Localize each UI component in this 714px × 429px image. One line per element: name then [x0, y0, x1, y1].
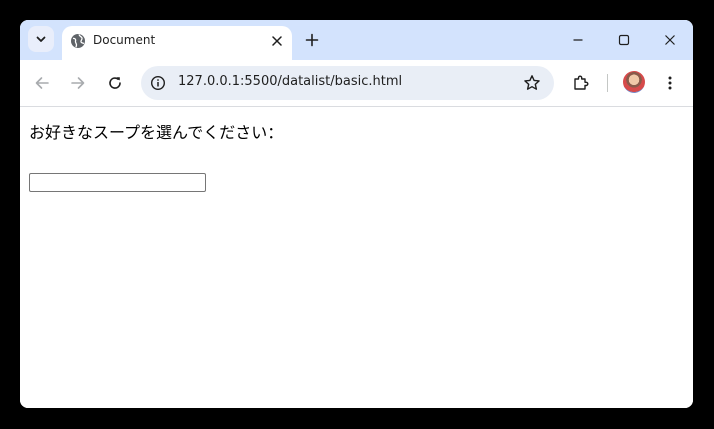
- tab-active[interactable]: Document: [62, 26, 292, 60]
- new-tab-button[interactable]: [300, 28, 324, 52]
- globe-icon: [71, 34, 85, 48]
- tab-search-button[interactable]: [28, 26, 54, 52]
- extensions-button[interactable]: [569, 71, 593, 95]
- chevron-down-icon: [36, 36, 46, 42]
- bookmark-button[interactable]: [522, 73, 542, 93]
- address-bar[interactable]: 127.0.0.1:5500/datalist/basic.html: [141, 66, 554, 100]
- info-icon: [150, 75, 166, 91]
- url-text: 127.0.0.1:5500/datalist/basic.html: [178, 74, 403, 89]
- close-icon: [665, 35, 675, 45]
- arrow-left-icon: [35, 77, 49, 89]
- page-content: お好きなスープを選んでください：: [20, 107, 693, 408]
- profile-avatar[interactable]: [623, 71, 645, 93]
- forward-button[interactable]: [66, 71, 90, 95]
- back-button[interactable]: [30, 71, 54, 95]
- reload-icon: [109, 77, 121, 89]
- site-info-button[interactable]: [149, 74, 167, 92]
- minimize-button[interactable]: [566, 28, 590, 52]
- plus-icon: [305, 33, 319, 47]
- menu-button[interactable]: [658, 71, 682, 95]
- maximize-icon: [618, 34, 630, 46]
- soup-label: お好きなスープを選んでください：: [29, 123, 284, 142]
- tab-title: Document: [93, 33, 156, 47]
- toolbar-separator: [607, 74, 608, 92]
- star-icon: [524, 75, 540, 90]
- kebab-menu-icon: [668, 76, 672, 90]
- close-icon: [272, 36, 282, 46]
- browser-window: Document 127.0.0.1:5500/datalist/basic.h…: [20, 20, 693, 408]
- maximize-button[interactable]: [612, 28, 636, 52]
- minimize-icon: [573, 39, 583, 41]
- arrow-right-icon: [71, 77, 85, 89]
- tab-strip: Document: [20, 20, 693, 60]
- close-window-button[interactable]: [658, 28, 682, 52]
- reload-button[interactable]: [103, 71, 127, 95]
- tab-close-button[interactable]: [268, 32, 286, 50]
- toolbar: 127.0.0.1:5500/datalist/basic.html: [20, 60, 693, 107]
- soup-input[interactable]: [29, 173, 206, 192]
- puzzle-icon: [574, 75, 589, 90]
